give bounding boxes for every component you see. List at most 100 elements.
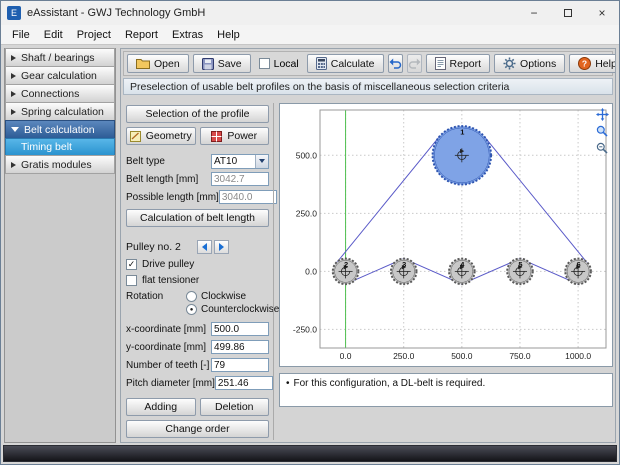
possible-length-field[interactable] — [219, 190, 277, 204]
power-label: Power — [227, 130, 257, 142]
belt-diagram-panel[interactable]: 0.0250.0500.0750.01000.0500.0250.00.0-25… — [279, 103, 613, 367]
workspace: Selection of the profile Geometry Power … — [123, 95, 613, 440]
chevron-right-icon — [11, 91, 16, 97]
number-of-teeth-field[interactable] — [211, 358, 269, 372]
svg-text:750.0: 750.0 — [509, 351, 531, 361]
app-icon: E — [7, 6, 21, 20]
belt-length-label: Belt length [mm] — [126, 174, 211, 185]
power-grid-icon — [211, 131, 222, 142]
minimize-button[interactable]: − — [517, 1, 551, 25]
sidebar-item-label: Spring calculation — [21, 106, 104, 118]
calculation-of-belt-length-button[interactable]: Calculation of belt length — [126, 209, 269, 227]
belt-length-field[interactable] — [211, 172, 269, 186]
redo-button[interactable] — [407, 54, 422, 73]
svg-text:1000.0: 1000.0 — [565, 351, 591, 361]
options-button[interactable]: Options — [494, 54, 565, 73]
belt-type-select[interactable]: AT10 — [211, 154, 269, 169]
y-coordinate-label: y-coordinate [mm] — [126, 342, 211, 353]
undo-button[interactable] — [388, 54, 403, 73]
geometry-button[interactable]: Geometry — [126, 127, 196, 145]
selection-of-profile-button[interactable]: Selection of the profile — [126, 105, 269, 123]
bullet-icon: • — [286, 378, 290, 389]
calculator-icon — [316, 57, 327, 70]
counterclockwise-option[interactable]: ● Counterclockwise — [186, 304, 279, 315]
menu-extras[interactable]: Extras — [165, 27, 210, 43]
report-button[interactable]: Report — [426, 54, 491, 73]
change-order-button[interactable]: Change order — [126, 420, 269, 438]
sidebar-item-label: Connections — [21, 88, 79, 100]
chevron-down-icon — [259, 159, 265, 163]
clockwise-option[interactable]: Clockwise — [186, 291, 246, 302]
menu-edit[interactable]: Edit — [37, 27, 70, 43]
save-label: Save — [218, 58, 242, 70]
report-document-icon — [435, 57, 446, 70]
counterclockwise-radio[interactable]: ● — [186, 304, 197, 315]
svg-text:500.0: 500.0 — [451, 351, 473, 361]
help-label: Help — [595, 58, 616, 70]
sidebar-item-timing-belt[interactable]: Timing belt — [5, 138, 115, 156]
local-checkbox[interactable] — [259, 58, 270, 69]
zoom-window-icon[interactable] — [595, 124, 609, 138]
adding-button[interactable]: Adding — [126, 398, 196, 416]
chevron-right-icon — [11, 73, 16, 79]
maximize-button[interactable] — [551, 1, 585, 25]
dropdown-arrow-button[interactable] — [255, 155, 268, 168]
svg-text:5: 5 — [518, 260, 522, 269]
status-bar — [3, 445, 617, 462]
deletion-button[interactable]: Deletion — [200, 398, 270, 416]
rotation-row: Rotation Clockwise — [126, 291, 269, 302]
controls-column: Selection of the profile Geometry Power … — [123, 103, 269, 440]
save-button[interactable]: Save — [193, 54, 251, 73]
belt-diagram-svg[interactable]: 0.0250.0500.0750.01000.0500.0250.00.0-25… — [280, 104, 612, 366]
chart-column: 0.0250.0500.0750.01000.0500.0250.00.0-25… — [277, 103, 613, 440]
number-of-teeth-label: Number of teeth [-] — [126, 360, 211, 371]
menu-report[interactable]: Report — [118, 27, 165, 43]
chevron-right-icon — [11, 109, 16, 115]
page-subtitle: Preselection of usable belt profiles on … — [123, 78, 613, 95]
zoom-icon[interactable] — [595, 141, 609, 155]
flat-tensioner-checkbox[interactable] — [126, 275, 137, 286]
sidebar-filler — [5, 174, 115, 442]
vertical-divider — [273, 103, 274, 440]
menu-help[interactable]: Help — [210, 27, 247, 43]
calculate-button[interactable]: Calculate — [307, 54, 384, 73]
svg-text:500.0: 500.0 — [296, 150, 318, 160]
app-window: E eAssistant - GWJ Technology GmbH − × F… — [0, 0, 620, 465]
window-title: eAssistant - GWJ Technology GmbH — [27, 7, 205, 19]
main-panel: Open Save Local Calculate — [120, 48, 616, 443]
counterclockwise-label: Counterclockwise — [201, 304, 279, 315]
open-button[interactable]: Open — [127, 54, 189, 73]
maximize-icon — [564, 9, 572, 17]
power-button[interactable]: Power — [200, 127, 270, 145]
sidebar-item-spring-calculation[interactable]: Spring calculation — [5, 102, 115, 121]
gear-icon — [503, 57, 516, 70]
previous-pulley-button[interactable] — [197, 240, 212, 254]
chevron-right-icon — [11, 162, 16, 168]
menu-project[interactable]: Project — [70, 27, 118, 43]
pitch-diameter-field[interactable] — [215, 376, 273, 390]
window-controls: − × — [517, 1, 619, 25]
flat-tensioner-row: flat tensioner — [126, 275, 269, 286]
menu-file[interactable]: File — [5, 27, 37, 43]
y-coordinate-field[interactable] — [211, 340, 269, 354]
clockwise-radio[interactable] — [186, 291, 197, 302]
drive-pulley-checkbox[interactable]: ✓ — [126, 259, 137, 270]
close-button[interactable]: × — [585, 1, 619, 25]
floppy-save-icon — [202, 58, 214, 70]
undo-icon — [389, 58, 402, 69]
svg-text:250.0: 250.0 — [393, 351, 415, 361]
sidebar-item-shaft-bearings[interactable]: Shaft / bearings — [5, 48, 115, 67]
sidebar-item-gear-calculation[interactable]: Gear calculation — [5, 66, 115, 85]
sidebar-item-belt-calculation[interactable]: Belt calculation — [5, 120, 115, 139]
help-button[interactable]: ? Help — [569, 54, 616, 73]
report-label: Report — [450, 58, 482, 70]
pan-icon[interactable] — [595, 107, 609, 121]
drive-pulley-label: Drive pulley — [142, 259, 194, 270]
clockwise-label: Clockwise — [201, 291, 246, 302]
sidebar-item-gratis-modules[interactable]: Gratis modules — [5, 155, 115, 174]
pitch-diameter-label: Pitch diameter [mm] — [126, 378, 215, 389]
sidebar-item-connections[interactable]: Connections — [5, 84, 115, 103]
x-coordinate-field[interactable] — [211, 322, 269, 336]
next-pulley-button[interactable] — [214, 240, 229, 254]
svg-text:3: 3 — [402, 260, 406, 269]
